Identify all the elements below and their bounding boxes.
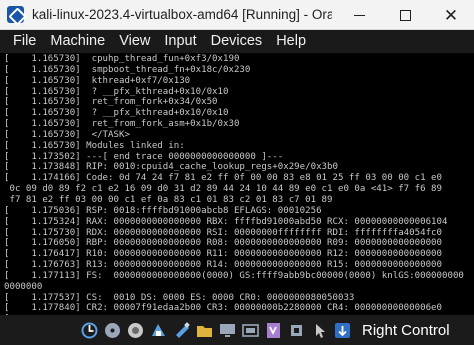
close-button[interactable]: ✕ <box>428 0 474 30</box>
mouse-integration-icon[interactable] <box>310 321 329 340</box>
video-capture-icon[interactable] <box>241 321 260 340</box>
console-line: [ 1.165730] ? __pfx_kthread+0x10/0x10 <box>4 86 229 97</box>
console-line: [ 1.175324] RAX: 0000000000000000 RBX: f… <box>4 216 448 227</box>
console-line: [ 1.177537] CS: 0010 DS: 0000 ES: 0000 C… <box>4 292 355 303</box>
console-line: [ 1.175036] RSP: 0018:ffffbd91000abcb8 E… <box>4 205 322 216</box>
console-line: [ 1.165730] ? __pfx_kthread+0x10/0x10 <box>4 108 229 119</box>
minimize-icon <box>353 14 365 16</box>
console-line: [ 1.174166] Code: 0d 74 24 f7 81 e2 ff 0… <box>4 173 442 184</box>
window-controls: ✕ <box>336 0 474 30</box>
vm-console-screen[interactable]: [ 1.165730] cpuhp_thread_fun+0xf3/0x190 … <box>0 53 474 315</box>
host-key-label: Right Control <box>362 321 450 339</box>
menu-input[interactable]: Input <box>157 30 203 53</box>
console-line: f7 81 e2 ff 03 00 00 c1 ef 0a 83 c1 01 8… <box>4 194 333 205</box>
network-icon[interactable] <box>149 321 168 340</box>
maximize-button[interactable] <box>382 0 428 30</box>
cpu-icon[interactable] <box>287 321 306 340</box>
console-line: 0c 09 d0 89 f2 c1 e2 16 09 d0 31 d2 89 4… <box>4 184 442 195</box>
console-line: [ 1.165730] smpboot_thread_fn+0x18c/0x23… <box>4 64 251 75</box>
console-line: [ 1.165730] cpuhp_thread_fun+0xf3/0x190 <box>4 54 240 64</box>
console-line: [ 1.165730] Modules linked in: <box>4 140 185 151</box>
console-line: [ 1.176417] R10: 0000000000000000 R11: 0… <box>4 249 442 260</box>
optical-disk-icon[interactable] <box>103 321 122 340</box>
console-line: [ 1.176763] R13: 0000000000000000 R14: 0… <box>4 260 442 271</box>
menu-devices[interactable]: Devices <box>204 30 270 53</box>
console-line: [ 1.165730] </TASK> <box>4 129 130 140</box>
audio-icon[interactable] <box>126 321 145 340</box>
console-line: [ 1.177840] CR2: 00007f91edaa2b00 CR3: 0… <box>4 303 442 314</box>
usb-icon[interactable] <box>172 321 191 340</box>
console-line: [ 1.175730] RDX: 0000000000000000 RSI: 0… <box>4 227 442 238</box>
console-line: [ 1.173848] RIP: 0010:cpuid4_cache_looku… <box>4 162 338 173</box>
console-line: [ 1.165730] ret_from_fork_asm+0x1b/0x30 <box>4 119 240 130</box>
console-line: [ 1.165730] ret_from_fork+0x34/0x50 <box>4 97 218 108</box>
menu-machine[interactable]: Machine <box>43 30 112 53</box>
title-bar[interactable]: kali-linux-2023.4-virtualbox-amd64 [Runn… <box>0 0 474 30</box>
console-line: [ 1.176050] RBP: 0000000000000000 R08: 0… <box>4 238 442 249</box>
maximize-icon <box>399 9 411 21</box>
shared-folders-icon[interactable] <box>195 321 214 340</box>
hard-disk-icon[interactable] <box>80 321 99 340</box>
status-bar: Right Control <box>0 315 474 345</box>
window-title: kali-linux-2023.4-virtualbox-amd64 [Runn… <box>32 7 332 22</box>
console-line: 0000000 <box>4 281 43 292</box>
menu-help[interactable]: Help <box>269 30 313 53</box>
console-line: [ 1.177113] FS: 0000000000000000(0000) G… <box>4 270 464 281</box>
keyboard-capture-icon[interactable] <box>333 321 352 340</box>
console-line: [ 1.165730] kthread+0xf7/0x130 <box>4 75 191 86</box>
graphics-icon[interactable] <box>264 321 283 340</box>
menu-view[interactable]: View <box>112 30 157 53</box>
menu-bar: File Machine View Input Devices Help <box>0 30 474 53</box>
display-icon[interactable] <box>218 321 237 340</box>
close-icon: ✕ <box>443 5 459 25</box>
virtualbox-icon <box>7 6 24 23</box>
minimize-button[interactable] <box>336 0 382 30</box>
console-line: [ 1.173502] ---[ end trace 0000000000000… <box>4 151 284 162</box>
menu-file[interactable]: File <box>0 30 43 53</box>
